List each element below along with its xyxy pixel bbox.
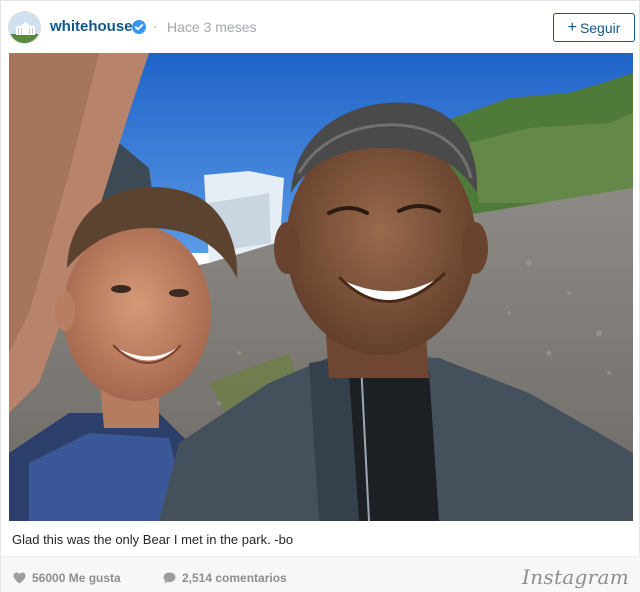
- post-photo[interactable]: [9, 53, 633, 521]
- avatar[interactable]: [8, 11, 41, 44]
- comment-bubble-icon: [163, 572, 176, 584]
- verified-badge-icon: [132, 20, 146, 34]
- likes-count[interactable]: 56000 Me gusta: [13, 571, 121, 585]
- follow-button-label: Seguir: [579, 19, 621, 36]
- instagram-logo[interactable]: Instagram: [522, 565, 629, 589]
- follow-button[interactable]: + Seguir: [553, 13, 635, 42]
- username-link[interactable]: whitehouse: [50, 18, 133, 35]
- post-header: whitehouse · Hace 3 meses + Seguir: [1, 1, 640, 53]
- plus-icon: +: [567, 18, 577, 36]
- separator-dot: ·: [153, 18, 158, 34]
- comments-label: 2,514 comentarios: [182, 571, 287, 585]
- instagram-post-card: whitehouse · Hace 3 meses + Seguir Glad …: [0, 0, 640, 592]
- likes-label: 56000 Me gusta: [32, 571, 121, 585]
- white-house-avatar-icon: [9, 12, 40, 43]
- selfie-photo-image: [9, 53, 633, 521]
- comments-count[interactable]: 2,514 comentarios: [163, 571, 287, 585]
- post-caption: Glad this was the only Bear I met in the…: [12, 532, 294, 547]
- heart-icon: [13, 572, 26, 584]
- post-footer: 56000 Me gusta 2,514 comentarios Instagr…: [1, 556, 640, 592]
- post-timestamp[interactable]: Hace 3 meses: [167, 19, 256, 35]
